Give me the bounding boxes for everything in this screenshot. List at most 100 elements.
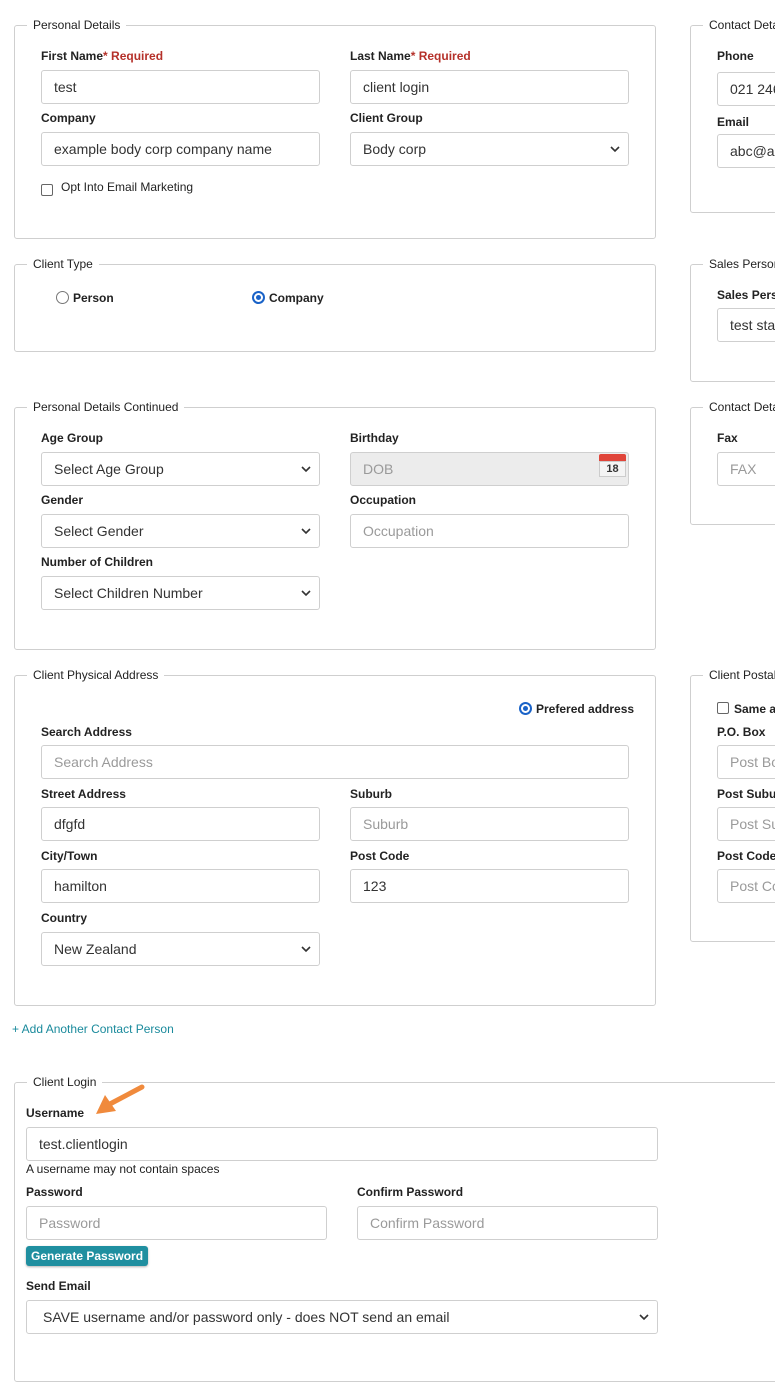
post-suburb-label: Post Subur xyxy=(717,787,775,801)
sales-person-select[interactable]: test sta xyxy=(717,308,775,342)
street-address-label: Street Address xyxy=(41,787,126,801)
section-legend: Contact Deta xyxy=(703,400,775,415)
password-input[interactable]: Password xyxy=(26,1206,327,1240)
section-legend: Contact Deta xyxy=(703,18,775,33)
street-address-input[interactable]: dfgfd xyxy=(41,807,320,841)
same-as-checkbox[interactable] xyxy=(717,702,729,714)
po-box-placeholder: Post Bo xyxy=(730,754,775,770)
select-value: Body corp xyxy=(363,141,427,157)
gender-select[interactable]: Select Gender xyxy=(41,514,320,548)
sales-person-label: Sales Pers xyxy=(717,288,775,302)
select-value: Select Gender xyxy=(54,523,144,539)
email-marketing-checkbox[interactable] xyxy=(41,184,53,196)
last-name-label: Last Name* Required xyxy=(350,49,471,63)
same-as-label: Same a xyxy=(734,702,775,716)
children-label: Number of Children xyxy=(41,555,154,569)
first-name-input[interactable]: test xyxy=(41,70,320,104)
calendar-icon[interactable]: 18 xyxy=(599,452,626,478)
chevron-down-icon xyxy=(610,133,620,153)
section-legend: Sales Person xyxy=(703,257,775,272)
chevron-down-icon xyxy=(301,577,311,597)
age-group-label: Age Group xyxy=(41,431,103,445)
send-email-label: Send Email xyxy=(26,1279,91,1293)
last-name-input[interactable]: client login xyxy=(350,70,629,104)
search-address-input[interactable]: Search Address xyxy=(41,745,629,779)
postal-post-code-input[interactable]: Post Co xyxy=(717,869,775,903)
pointer-arrow-icon xyxy=(96,1084,145,1114)
occupation-label: Occupation xyxy=(350,493,417,507)
children-select[interactable]: Select Children Number xyxy=(41,576,320,610)
phone-input[interactable]: 021 246 xyxy=(717,72,775,106)
fax-placeholder: FAX xyxy=(730,461,757,477)
fax-input[interactable]: FAX xyxy=(717,452,775,486)
post-code-label: Post Code xyxy=(350,849,410,863)
city-input[interactable]: hamilton xyxy=(41,869,320,903)
required-marker: * Required xyxy=(103,49,164,63)
occupation-placeholder: Occupation xyxy=(363,523,434,539)
email-input[interactable]: abc@ab xyxy=(717,134,775,168)
chevron-down-icon xyxy=(639,1301,649,1321)
gender-label: Gender xyxy=(41,493,84,507)
search-address-label: Search Address xyxy=(41,725,132,739)
calendar-icon-day: 18 xyxy=(599,461,626,477)
select-value: Select Children Number xyxy=(54,585,203,601)
chevron-down-icon xyxy=(301,453,311,473)
email-label: Email xyxy=(717,115,750,129)
client-group-label: Client Group xyxy=(350,111,423,125)
calendar-icon-header xyxy=(599,454,626,461)
section-legend: Client Physical Address xyxy=(27,668,165,683)
confirm-password-input[interactable]: Confirm Password xyxy=(357,1206,658,1240)
fax-label: Fax xyxy=(717,431,738,445)
confirm-password-placeholder: Confirm Password xyxy=(370,1215,485,1231)
company-input[interactable]: example body corp company name xyxy=(41,132,320,166)
search-address-placeholder: Search Address xyxy=(54,754,153,770)
generate-password-button[interactable]: Generate Password xyxy=(26,1246,149,1266)
postal-post-code-label: Post Code xyxy=(717,849,775,863)
chevron-down-icon xyxy=(301,933,311,953)
po-box-input[interactable]: Post Bo xyxy=(717,745,775,779)
select-value: Select Age Group xyxy=(54,461,164,477)
chevron-down-icon xyxy=(301,515,311,535)
company-label: Company xyxy=(41,111,96,125)
person-radio[interactable] xyxy=(56,291,69,304)
section-legend: Personal Details xyxy=(27,18,127,33)
required-marker: * Required xyxy=(410,49,471,63)
suburb-label: Suburb xyxy=(350,787,392,801)
birthday-label: Birthday xyxy=(350,431,399,445)
suburb-input[interactable]: Suburb xyxy=(350,807,629,841)
postal-post-code-placeholder: Post Co xyxy=(730,878,775,894)
preferred-address-radio[interactable] xyxy=(519,702,532,715)
confirm-password-label: Confirm Password xyxy=(357,1185,464,1199)
po-box-label: P.O. Box xyxy=(717,725,766,739)
username-hint: A username may not contain spaces xyxy=(26,1162,220,1176)
send-email-select[interactable]: SAVE username and/or password only - doe… xyxy=(26,1300,658,1334)
birthday-placeholder: DOB xyxy=(363,461,394,477)
company-radio-label: Company xyxy=(269,291,324,305)
password-label: Password xyxy=(26,1185,83,1199)
birthday-input[interactable]: DOB xyxy=(350,452,629,486)
section-legend: Client Type xyxy=(27,257,99,272)
city-label: City/Town xyxy=(41,849,98,863)
username-label: Username xyxy=(26,1106,85,1120)
person-radio-label: Person xyxy=(73,291,114,305)
section-legend: Client Postal xyxy=(703,668,775,683)
country-label: Country xyxy=(41,911,87,925)
username-input[interactable]: test.clientlogin xyxy=(26,1127,658,1161)
select-value: New Zealand xyxy=(54,941,137,957)
country-select[interactable]: New Zealand xyxy=(41,932,320,966)
post-suburb-placeholder: Post Su xyxy=(730,816,775,832)
company-radio[interactable] xyxy=(252,291,265,304)
email-marketing-label: Opt Into Email Marketing xyxy=(61,180,194,194)
select-value: SAVE username and/or password only - doe… xyxy=(43,1309,450,1325)
password-placeholder: Password xyxy=(39,1215,101,1231)
post-suburb-input[interactable]: Post Su xyxy=(717,807,775,841)
client-group-select[interactable]: Body corp xyxy=(350,132,629,166)
age-group-select[interactable]: Select Age Group xyxy=(41,452,320,486)
post-code-input[interactable]: 123 xyxy=(350,869,629,903)
phone-label: Phone xyxy=(717,49,754,63)
occupation-input[interactable]: Occupation xyxy=(350,514,629,548)
add-contact-person-link[interactable]: + Add Another Contact Person xyxy=(12,1022,174,1036)
client-type-section: Client Type xyxy=(14,257,656,352)
first-name-label: First Name* Required xyxy=(41,49,164,63)
preferred-address-label: Prefered address xyxy=(536,702,635,716)
